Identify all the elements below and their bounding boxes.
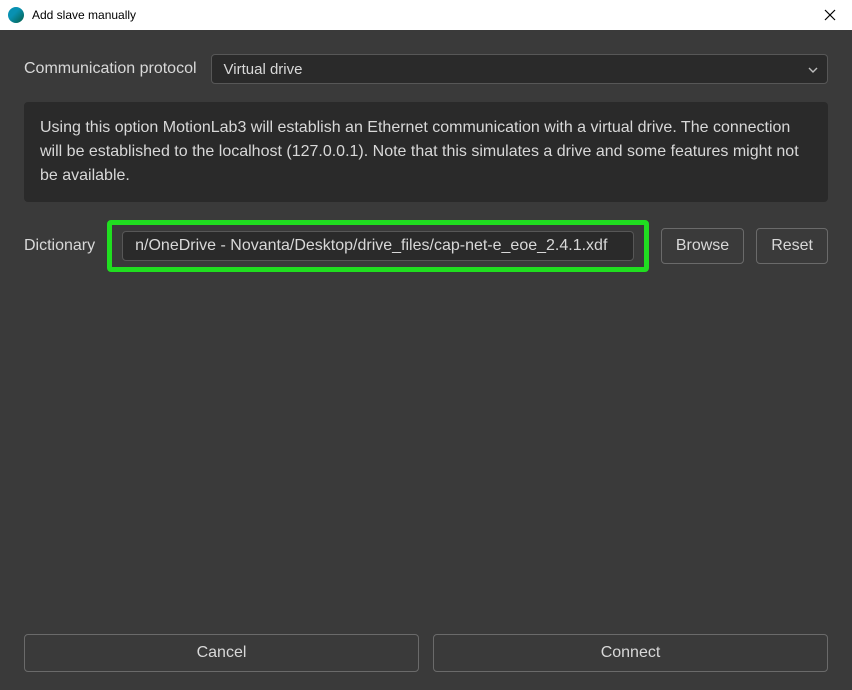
protocol-selected-value: Virtual drive bbox=[224, 61, 303, 78]
protocol-select-wrap: Virtual drive bbox=[211, 54, 828, 84]
dictionary-label: Dictionary bbox=[24, 237, 95, 255]
dictionary-highlight bbox=[107, 220, 649, 272]
dialog-content: Communication protocol Virtual drive Usi… bbox=[0, 30, 852, 690]
protocol-row: Communication protocol Virtual drive bbox=[24, 54, 828, 84]
close-icon bbox=[824, 9, 836, 21]
spacer bbox=[24, 272, 828, 634]
protocol-select[interactable]: Virtual drive bbox=[211, 54, 828, 84]
connect-button[interactable]: Connect bbox=[433, 634, 828, 672]
window-title: Add slave manually bbox=[32, 8, 136, 22]
titlebar: Add slave manually bbox=[0, 0, 852, 30]
footer: Cancel Connect bbox=[24, 634, 828, 672]
titlebar-left: Add slave manually bbox=[8, 7, 136, 23]
close-button[interactable] bbox=[816, 1, 844, 29]
cancel-button[interactable]: Cancel bbox=[24, 634, 419, 672]
browse-button[interactable]: Browse bbox=[661, 228, 744, 264]
dictionary-row: Dictionary Browse Reset bbox=[24, 220, 828, 272]
dictionary-path-input[interactable] bbox=[122, 231, 634, 261]
app-icon bbox=[8, 7, 24, 23]
protocol-label: Communication protocol bbox=[24, 60, 197, 78]
reset-button[interactable]: Reset bbox=[756, 228, 828, 264]
dialog-window: Add slave manually Communication protoco… bbox=[0, 0, 852, 690]
info-text: Using this option MotionLab3 will establ… bbox=[40, 119, 799, 184]
info-box: Using this option MotionLab3 will establ… bbox=[24, 102, 828, 202]
